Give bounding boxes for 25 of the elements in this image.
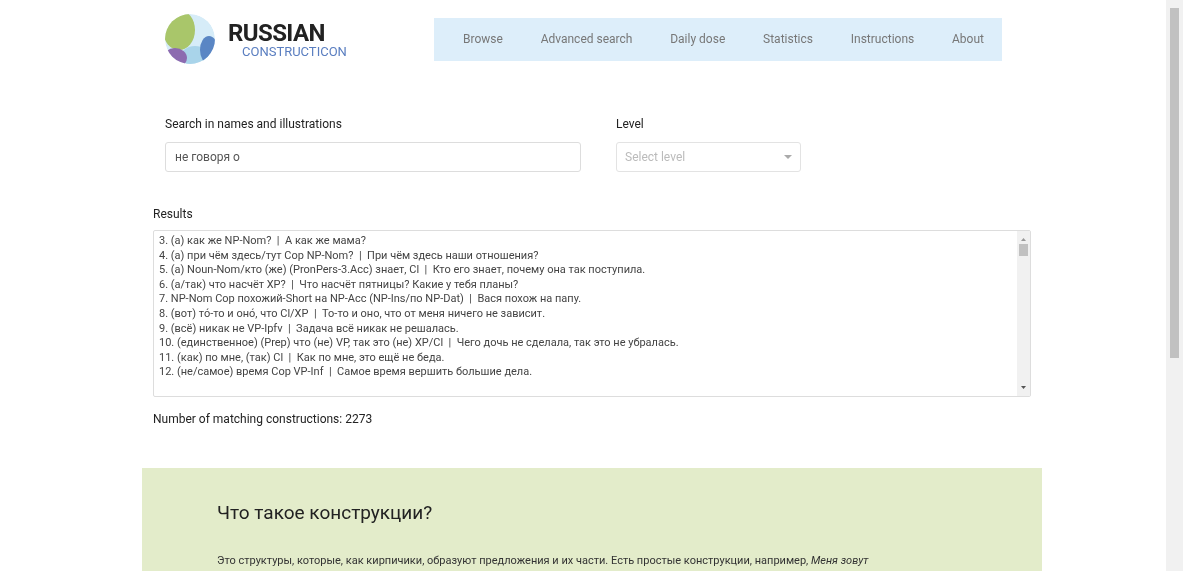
- result-row[interactable]: 4. (а) при чём здесь/тут Cop NP-Nom? | При чём здесь наши отношения?: [159, 248, 1017, 264]
- result-row[interactable]: 12. (не/самое) время Cop VP-Inf | Самое время вершить большие дела.: [159, 365, 1017, 380]
- info-heading: Что такое конструкции?: [217, 500, 434, 526]
- result-row[interactable]: 11. (как) по мне, (так) Cl | Как по мне, это ещё не беда.: [159, 350, 1017, 366]
- nav-link[interactable]: About: [952, 30, 984, 48]
- result-row[interactable]: 9. (всё) никак не VP-Ipfv | Задача всё никак не решалась.: [159, 321, 1017, 337]
- match-count: Number of matching constructions: 2273: [153, 411, 374, 428]
- search-label: Search in names and illustrations: [165, 116, 343, 133]
- result-row[interactable]: 6. (а/так) что насчёт XP? | Что насчёт пятницы? Какие у тебя планы?: [159, 277, 1017, 293]
- result-row[interactable]: 5. (а) Noun-Nom/кто (же) (PronPers-3.Acc) знает, Cl | Кто его знает, почему она так поступила.: [159, 263, 1017, 278]
- result-row[interactable]: 10. (единственное) (Prep) что (не) VP, так это (не) XP/Cl | Чего дочь не сделала, так это не убралась.: [159, 336, 1017, 351]
- level-label: Level: [616, 116, 645, 133]
- nav-link[interactable]: Statistics: [763, 30, 813, 48]
- nav-link[interactable]: Browse: [463, 30, 503, 48]
- result-row[interactable]: 8. (вот) то́-то и оно́, что Cl/XP | То-то и оно, что от меня ничего не зависит.: [159, 306, 1017, 322]
- search-field[interactable]: не говоря о: [165, 142, 581, 172]
- results-label: Results: [153, 206, 194, 223]
- info-paragraph: Это структуры, которые, как кирпичики, образуют предложения и их части. Есть простые конструкции, например, Меня зовут: [217, 552, 870, 569]
- result-row[interactable]: 3. (а) как же NP-Nom? | А как же мама?: [159, 234, 1017, 249]
- logo-subtitle: CONSTRUCTICON: [242, 44, 348, 58]
- nav-link[interactable]: Instructions: [850, 30, 915, 48]
- result-row[interactable]: 7. NP-Nom Cop похожий-Short на NP-Acc (NP-Ins/по NP-Dat) | Вася похож на папу.: [159, 292, 1017, 307]
- nav-link[interactable]: Advanced search: [540, 30, 633, 48]
- nav-link[interactable]: Daily dose: [670, 30, 726, 48]
- logo-title: RUSSIAN: [228, 20, 326, 45]
